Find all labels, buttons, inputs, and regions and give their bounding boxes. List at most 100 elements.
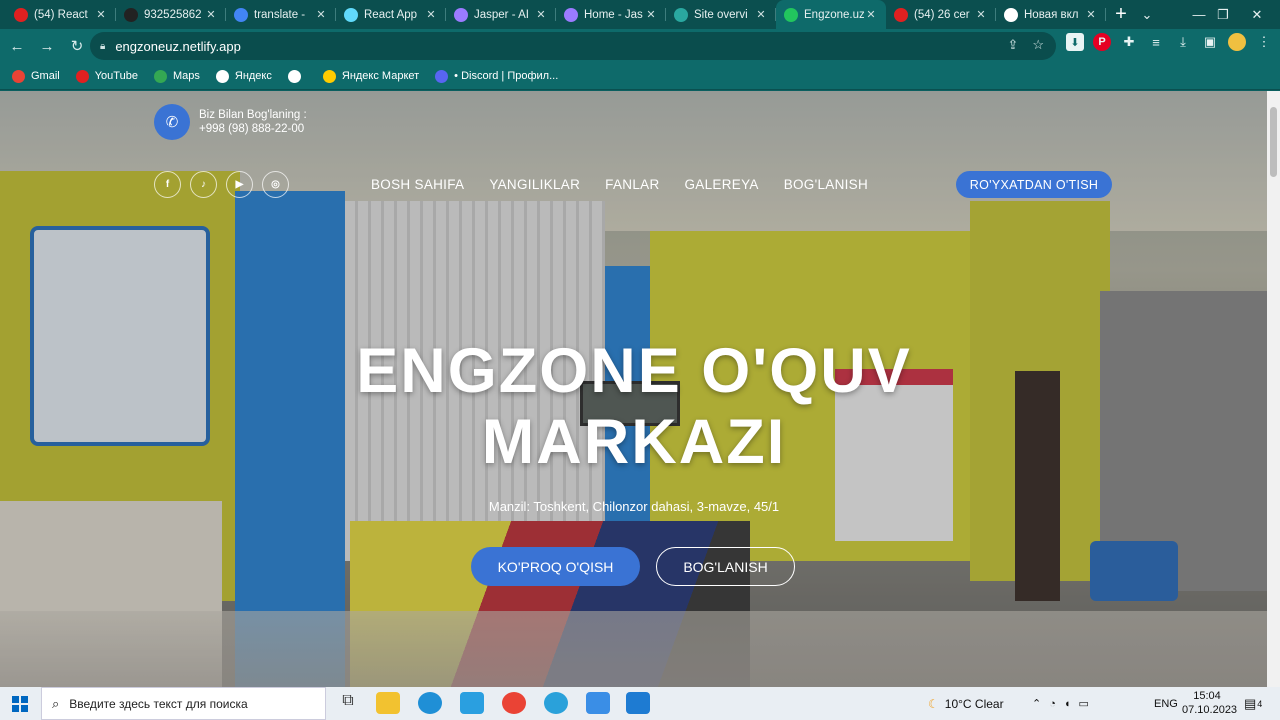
contact-phone[interactable]: +998 (98) 888-22-00 bbox=[199, 122, 307, 136]
network-icon[interactable]: ◔ bbox=[1049, 698, 1056, 710]
tab-favicon-icon bbox=[1004, 7, 1018, 22]
browser-tab[interactable]: React App ✕ bbox=[336, 0, 446, 29]
language-indicator[interactable]: ENG bbox=[1154, 687, 1178, 720]
omnibox-actions: ⇪ ☆ bbox=[1007, 37, 1044, 53]
hero-title: ENGZONE O'QUV MARKAZI bbox=[250, 336, 1018, 478]
browser-tab[interactable]: (54) 26 cer ✕ bbox=[886, 0, 996, 29]
close-window-button[interactable]: ✕ bbox=[1234, 0, 1280, 29]
tab-label: Jasper - AI bbox=[474, 8, 529, 21]
search-icon: ⌕ bbox=[52, 695, 60, 711]
app-icon[interactable] bbox=[460, 692, 484, 714]
bookmark-item[interactable]: • Discord | Профил... bbox=[435, 69, 559, 83]
tab-close-icon[interactable]: ✕ bbox=[1084, 8, 1098, 21]
tab-close-icon[interactable]: ✕ bbox=[424, 8, 438, 21]
reload-icon[interactable]: ↻ bbox=[64, 33, 90, 59]
instagram-icon[interactable]: ◎ bbox=[262, 171, 289, 198]
edge-icon[interactable] bbox=[418, 692, 442, 714]
browser-tab[interactable]: (54) React ✕ bbox=[6, 0, 116, 29]
chrome-icon[interactable] bbox=[502, 692, 526, 714]
menu-icon[interactable]: ⋮ bbox=[1255, 33, 1273, 51]
tab-close-icon[interactable]: ✕ bbox=[94, 8, 108, 21]
bookmark-star-icon[interactable]: ☆ bbox=[1032, 37, 1044, 53]
chevron-up-icon[interactable]: ⌃ bbox=[1032, 697, 1041, 710]
pinterest-icon[interactable]: P bbox=[1093, 33, 1111, 51]
browser-tab[interactable]: Engzone.uz ✕ bbox=[776, 0, 886, 29]
phone-icon[interactable]: ✆ bbox=[154, 104, 190, 140]
downloads-icon[interactable]: ⤓ bbox=[1174, 33, 1192, 51]
tab-favicon-icon bbox=[234, 7, 248, 22]
browser-tab[interactable]: Home - Jas ✕ bbox=[556, 0, 666, 29]
clock[interactable]: 15:04 07.10.2023 bbox=[1182, 689, 1237, 717]
bookmark-label: Maps bbox=[172, 70, 200, 82]
read-more-button[interactable]: KO'PROQ O'QISH bbox=[471, 547, 640, 586]
nav-link[interactable]: BOSH SAHIFA bbox=[371, 177, 464, 192]
bookmark-item[interactable]: Яндекс bbox=[215, 69, 272, 83]
tab-label: translate - bbox=[254, 8, 306, 21]
file-explorer-icon[interactable] bbox=[376, 692, 400, 714]
bookmark-item[interactable]: Яндекс Маркет bbox=[322, 69, 419, 83]
weather-widget[interactable]: ☾ 10°C Clear bbox=[928, 687, 1004, 720]
search-placeholder: Введите здесь текст для поиска bbox=[69, 696, 248, 711]
notification-count: 4 bbox=[1257, 698, 1263, 709]
taskbar-search[interactable]: ⌕ Введите здесь текст для поиска bbox=[41, 687, 326, 720]
address-bar[interactable]: 🔒︎ engzoneuz.netlify.app ⇪ ☆ bbox=[90, 32, 1056, 60]
tab-close-icon[interactable]: ✕ bbox=[314, 8, 328, 21]
side-panel-icon[interactable]: ▣ bbox=[1201, 33, 1219, 51]
website-page: ✆ Biz Bilan Bog'laning : +998 (98) 888-2… bbox=[0, 91, 1267, 687]
tab-close-icon[interactable]: ✕ bbox=[974, 8, 988, 21]
browser-tab[interactable]: Site overvi ✕ bbox=[666, 0, 776, 29]
share-icon[interactable]: ⇪ bbox=[1007, 37, 1018, 53]
download-ext-icon[interactable]: ⬇ bbox=[1066, 33, 1084, 51]
browser-tab[interactable]: Jasper - AI ✕ bbox=[446, 0, 556, 29]
browser-tab[interactable]: 932525862 ✕ bbox=[116, 0, 226, 29]
address-text: Manzil: Toshkent, Chilonzor dahasi, 3-ma… bbox=[488, 499, 780, 514]
tab-label: Новая вкл bbox=[1024, 8, 1079, 21]
avatar[interactable] bbox=[1228, 33, 1246, 51]
tab-close-icon[interactable]: ✕ bbox=[644, 8, 658, 21]
social-links: f ♪ ▶ ◎ bbox=[154, 171, 289, 198]
tab-close-icon[interactable]: ✕ bbox=[754, 8, 768, 21]
extensions-area: ⬇ P ✚ ≡ ⤓ ▣ ⋮ bbox=[1066, 33, 1273, 51]
youtube-icon[interactable]: ▶ bbox=[226, 171, 253, 198]
tab-search-icon[interactable]: ⌄ bbox=[1124, 0, 1170, 29]
bookmark-label: • Discord | Профил... bbox=[454, 70, 559, 82]
nav-link[interactable]: GALEREYA bbox=[685, 177, 759, 192]
tiktok-icon[interactable]: ♪ bbox=[190, 171, 217, 198]
tab-close-icon[interactable]: ✕ bbox=[534, 8, 548, 21]
system-tray[interactable]: ⌃ ◔ ◖ ▭ bbox=[1032, 687, 1089, 720]
nav-link[interactable]: FANLAR bbox=[605, 177, 659, 192]
forward-icon[interactable]: → bbox=[34, 33, 60, 59]
contact-block: ✆ Biz Bilan Bog'laning : +998 (98) 888-2… bbox=[154, 104, 307, 140]
contact-button[interactable]: BOG'LANISH bbox=[656, 547, 795, 586]
tab-strip: (54) React ✕ 932525862 ✕ translate - ✕ React A… bbox=[0, 0, 1280, 29]
register-button[interactable]: RO'YXATDAN O'TISH bbox=[956, 171, 1112, 198]
tab-label: (54) 26 cer bbox=[914, 8, 970, 21]
browser-tab[interactable]: Новая вкл ✕ bbox=[996, 0, 1106, 29]
telegram-icon[interactable] bbox=[544, 692, 568, 714]
bookmark-item[interactable]: Maps bbox=[153, 69, 200, 83]
clock-time: 15:04 bbox=[1193, 690, 1221, 702]
bookmark-item[interactable] bbox=[287, 69, 307, 83]
media-icon[interactable]: ≡ bbox=[1147, 33, 1165, 51]
vscode-icon[interactable] bbox=[626, 692, 650, 714]
bookmark-label: YouTube bbox=[94, 70, 138, 82]
bookmark-item[interactable]: YouTube bbox=[75, 69, 138, 83]
volume-icon[interactable]: ◖ bbox=[1064, 698, 1071, 710]
puzzle-icon[interactable]: ✚ bbox=[1120, 33, 1138, 51]
tab-close-icon[interactable]: ✕ bbox=[204, 8, 218, 21]
task-view-icon[interactable]: ⧉ bbox=[336, 692, 360, 714]
browser-tab[interactable]: translate - ✕ bbox=[226, 0, 336, 29]
nav-link[interactable]: BOG'LANISH bbox=[784, 177, 868, 192]
photos-icon[interactable] bbox=[586, 692, 610, 714]
bookmark-item[interactable]: Gmail bbox=[12, 69, 60, 83]
nav-link[interactable]: YANGILIKLAR bbox=[489, 177, 580, 192]
tab-close-icon[interactable]: ✕ bbox=[864, 8, 878, 21]
bookmark-icon bbox=[12, 69, 25, 83]
page-scrollbar[interactable] bbox=[1267, 91, 1280, 687]
scrollbar-thumb[interactable] bbox=[1270, 107, 1277, 177]
windows-start-icon[interactable] bbox=[0, 687, 40, 720]
back-icon[interactable]: ← bbox=[4, 33, 30, 59]
battery-icon[interactable]: ▭ bbox=[1079, 697, 1089, 710]
notification-icon[interactable]: ▤ 4 bbox=[1244, 687, 1262, 720]
facebook-icon[interactable]: f bbox=[154, 171, 181, 198]
